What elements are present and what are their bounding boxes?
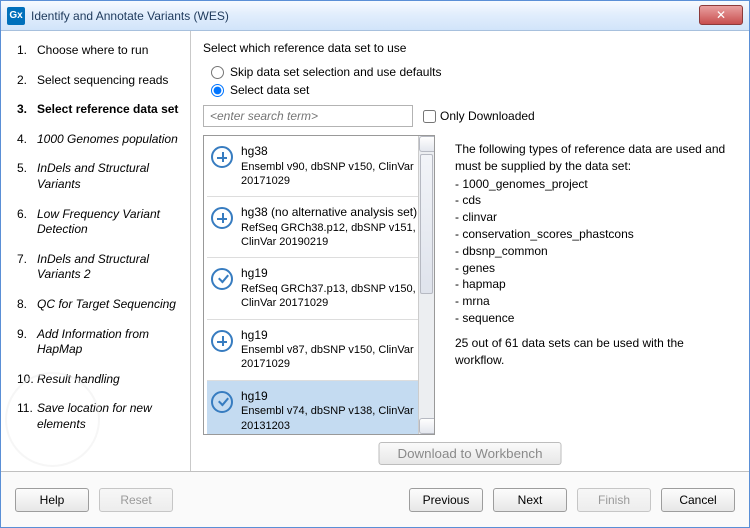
ref-item[interactable]: hg19Ensembl v74, dbSNP v138, ClinVar 201… [207, 381, 434, 434]
footer: Help Reset Previous Next Finish Cancel [1, 471, 749, 527]
ref-subtitle: RefSeq GRCh38.p12, dbSNP v151, ClinVar 2… [241, 221, 428, 250]
check-icon [211, 268, 233, 290]
step-number: 3. [17, 102, 37, 118]
main-heading: Select which reference data set to use [203, 41, 735, 55]
wizard-step[interactable]: 4.1000 Genomes population [17, 132, 180, 148]
ref-text: hg38 (no alternative analysis set)RefSeq… [241, 205, 428, 249]
info-item: sequence [455, 310, 733, 327]
ref-item[interactable]: hg19Ensembl v87, dbSNP v150, ClinVar 201… [207, 320, 434, 381]
step-number: 9. [17, 327, 37, 358]
step-number: 2. [17, 73, 37, 89]
app-icon: Gx [7, 7, 25, 25]
titlebar: Gx Identify and Annotate Variants (WES) … [1, 1, 749, 31]
ref-title: hg19 [241, 266, 428, 282]
step-label: InDels and Structural Variants 2 [37, 252, 180, 283]
ref-text: hg19RefSeq GRCh37.p13, dbSNP v150, ClinV… [241, 266, 428, 310]
wizard-step[interactable]: 1.Choose where to run [17, 43, 180, 59]
step-number: 7. [17, 252, 37, 283]
watermark [5, 372, 100, 467]
step-label: QC for Target Sequencing [37, 297, 176, 313]
ref-text: hg19Ensembl v87, dbSNP v150, ClinVar 201… [241, 328, 428, 372]
step-label: 1000 Genomes population [37, 132, 178, 148]
only-downloaded-checkbox[interactable] [423, 110, 436, 123]
ref-text: hg19Ensembl v74, dbSNP v138, ClinVar 201… [241, 389, 428, 433]
search-input[interactable] [203, 105, 413, 127]
reference-listbox[interactable]: hg38Ensembl v90, dbSNP v150, ClinVar 201… [203, 135, 435, 435]
radio-skip[interactable]: Skip data set selection and use defaults [211, 65, 735, 79]
cancel-button[interactable]: Cancel [661, 488, 735, 512]
step-label: InDels and Structural Variants [37, 161, 180, 192]
radio-skip-input[interactable] [211, 66, 224, 79]
plus-icon [211, 146, 233, 168]
ref-subtitle: RefSeq GRCh37.p13, dbSNP v150, ClinVar 2… [241, 282, 428, 311]
ref-title: hg38 (no alternative analysis set) [241, 205, 428, 221]
info-intro: The following types of reference data ar… [455, 141, 733, 175]
radio-select-input[interactable] [211, 84, 224, 97]
info-item: cds [455, 192, 733, 209]
window-title: Identify and Annotate Variants (WES) [31, 9, 229, 23]
help-button[interactable]: Help [15, 488, 89, 512]
radio-select[interactable]: Select data set [211, 83, 735, 97]
step-number: 5. [17, 161, 37, 192]
download-button[interactable]: Download to Workbench [379, 442, 562, 465]
plus-icon [211, 207, 233, 229]
plus-icon [211, 330, 233, 352]
finish-button[interactable]: Finish [577, 488, 651, 512]
wizard-step[interactable]: 3.Select reference data set [17, 102, 180, 118]
step-label: Add Information from HapMap [37, 327, 180, 358]
wizard-step[interactable]: 9.Add Information from HapMap [17, 327, 180, 358]
step-number: 8. [17, 297, 37, 313]
wizard-step[interactable]: 5.InDels and Structural Variants [17, 161, 180, 192]
step-label: Select reference data set [37, 102, 178, 118]
info-item: genes [455, 260, 733, 277]
close-icon: ✕ [716, 8, 726, 22]
scroll-up[interactable]: ▲ [419, 136, 435, 152]
step-label: Choose where to run [37, 43, 148, 59]
ref-title: hg19 [241, 389, 428, 405]
close-button[interactable]: ✕ [699, 5, 743, 25]
wizard-step[interactable]: 2.Select sequencing reads [17, 73, 180, 89]
step-label: Low Frequency Variant Detection [37, 207, 180, 238]
reset-button[interactable]: Reset [99, 488, 173, 512]
radio-skip-label: Skip data set selection and use defaults [230, 65, 441, 79]
ref-subtitle: Ensembl v90, dbSNP v150, ClinVar 2017102… [241, 160, 428, 189]
next-button[interactable]: Next [493, 488, 567, 512]
previous-button[interactable]: Previous [409, 488, 483, 512]
step-number: 6. [17, 207, 37, 238]
scroll-down[interactable]: ▼ [419, 418, 435, 434]
info-panel: The following types of reference data ar… [435, 135, 735, 435]
ref-item[interactable]: hg38Ensembl v90, dbSNP v150, ClinVar 201… [207, 136, 434, 197]
scrollbar[interactable]: ▲ ▼ [418, 136, 434, 434]
ref-subtitle: Ensembl v74, dbSNP v138, ClinVar 2013120… [241, 404, 428, 433]
step-number: 1. [17, 43, 37, 59]
ref-title: hg38 [241, 144, 428, 160]
wizard-step[interactable]: 7.InDels and Structural Variants 2 [17, 252, 180, 283]
wizard-sidebar: 1.Choose where to run2.Select sequencing… [1, 31, 191, 471]
main-panel: Select which reference data set to use S… [191, 31, 749, 471]
wizard-step[interactable]: 8.QC for Target Sequencing [17, 297, 180, 313]
scroll-thumb[interactable] [420, 154, 433, 294]
radio-select-label: Select data set [230, 83, 309, 97]
info-item: 1000_genomes_project [455, 176, 733, 193]
ref-subtitle: Ensembl v87, dbSNP v150, ClinVar 2017102… [241, 343, 428, 372]
wizard-step[interactable]: 6.Low Frequency Variant Detection [17, 207, 180, 238]
check-icon [211, 391, 233, 413]
step-label: Select sequencing reads [37, 73, 168, 89]
ref-item[interactable]: hg38 (no alternative analysis set)RefSeq… [207, 197, 434, 258]
ref-title: hg19 [241, 328, 428, 344]
info-summary: 25 out of 61 data sets can be used with … [455, 335, 733, 369]
info-item: conservation_scores_phastcons [455, 226, 733, 243]
only-downloaded[interactable]: Only Downloaded [423, 109, 535, 123]
info-list: 1000_genomes_projectcdsclinvarconservati… [455, 176, 733, 327]
step-number: 4. [17, 132, 37, 148]
info-item: dbsnp_common [455, 243, 733, 260]
info-item: mrna [455, 293, 733, 310]
only-downloaded-label: Only Downloaded [440, 109, 535, 123]
info-item: hapmap [455, 276, 733, 293]
ref-item[interactable]: hg19RefSeq GRCh37.p13, dbSNP v150, ClinV… [207, 258, 434, 319]
ref-text: hg38Ensembl v90, dbSNP v150, ClinVar 201… [241, 144, 428, 188]
info-item: clinvar [455, 209, 733, 226]
